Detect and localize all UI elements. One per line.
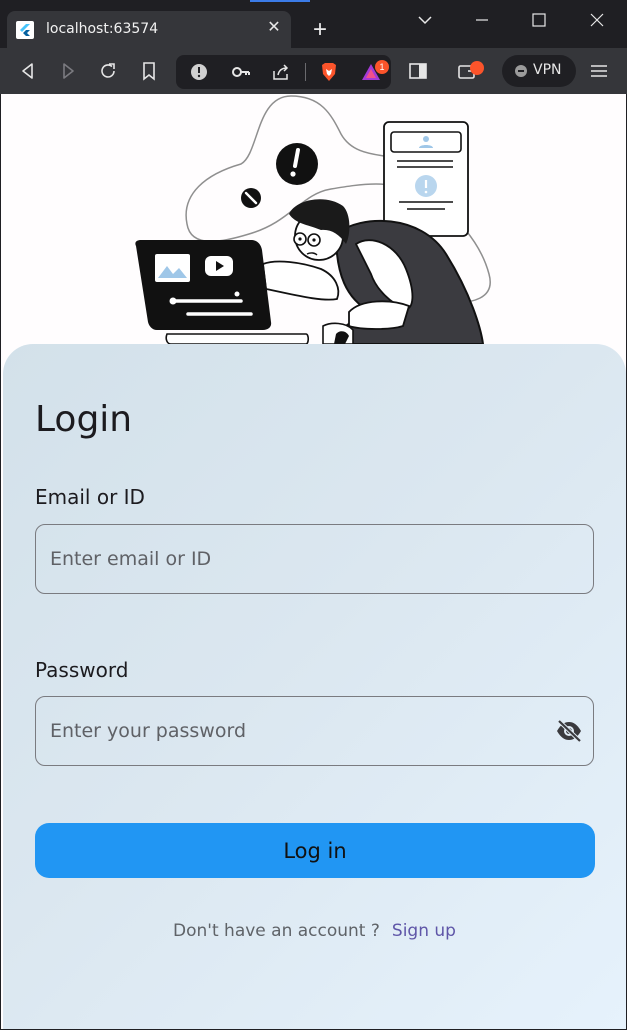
rewards-badge: 1 bbox=[375, 60, 389, 74]
tab-title: localhost:63574 bbox=[46, 21, 159, 37]
page-title: Login bbox=[35, 399, 133, 440]
email-label: Email or ID bbox=[35, 485, 145, 509]
browser-tab[interactable]: localhost:63574 ✕ bbox=[7, 11, 291, 48]
login-card: Login Email or ID Password Log in Don't … bbox=[3, 344, 626, 1029]
close-window-icon[interactable] bbox=[585, 8, 609, 32]
back-icon[interactable] bbox=[17, 60, 39, 82]
minimize-icon[interactable] bbox=[470, 8, 494, 32]
password-field-container bbox=[35, 696, 594, 766]
sidebar-icon[interactable] bbox=[407, 60, 429, 82]
login-button[interactable]: Log in bbox=[35, 823, 595, 878]
signup-link[interactable]: Sign up bbox=[392, 921, 456, 941]
browser-toolbar: 1 VPN bbox=[0, 48, 627, 94]
email-field-container bbox=[35, 524, 594, 594]
menu-icon[interactable] bbox=[588, 60, 610, 82]
eye-off-icon[interactable] bbox=[555, 718, 583, 744]
key-icon[interactable] bbox=[230, 61, 252, 83]
wallet-badge bbox=[470, 61, 484, 75]
hero-illustration bbox=[135, 95, 491, 345]
page: Login Email or ID Password Log in Don't … bbox=[1, 94, 626, 1029]
vpn-label: VPN bbox=[533, 62, 562, 78]
email-field[interactable] bbox=[50, 525, 540, 592]
signup-row: Don't have an account ? Sign up bbox=[3, 921, 626, 941]
plus-icon[interactable]: + bbox=[306, 16, 334, 44]
tab-accent bbox=[250, 0, 310, 2]
maximize-icon[interactable] bbox=[527, 8, 551, 32]
vpn-button[interactable]: VPN bbox=[502, 55, 576, 87]
tab-strip: localhost:63574 ✕ + bbox=[0, 0, 627, 48]
password-field[interactable] bbox=[50, 697, 540, 764]
forward-icon[interactable] bbox=[57, 60, 79, 82]
no-account-text: Don't have an account ? bbox=[173, 921, 380, 941]
info-icon[interactable] bbox=[188, 61, 210, 83]
brave-shield-icon[interactable] bbox=[318, 61, 340, 83]
address-bar[interactable]: 1 bbox=[176, 55, 391, 89]
separator bbox=[305, 63, 306, 81]
vpn-status-icon bbox=[515, 65, 527, 77]
chevron-down-icon[interactable] bbox=[413, 8, 437, 32]
bookmark-icon[interactable] bbox=[138, 60, 160, 82]
reload-icon[interactable] bbox=[97, 60, 119, 82]
password-label: Password bbox=[35, 658, 129, 682]
share-icon[interactable] bbox=[270, 61, 292, 83]
close-icon[interactable]: ✕ bbox=[265, 19, 283, 37]
flutter-icon bbox=[16, 21, 34, 39]
